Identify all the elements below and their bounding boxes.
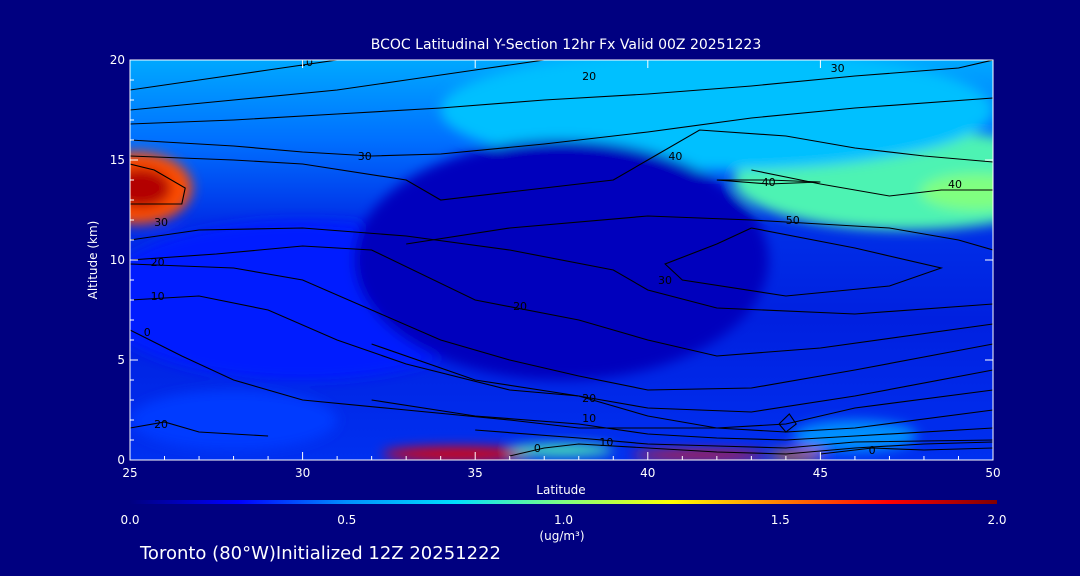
y-axis-label: Altitude (km) xyxy=(86,221,100,300)
field-blob-8 xyxy=(768,451,824,459)
contour-label-18: 20 xyxy=(154,418,168,431)
y-tick-label-0: 0 xyxy=(117,453,125,467)
contour-label-6: 40 xyxy=(948,178,962,191)
contour-label-3: 30 xyxy=(358,150,372,163)
colorbar-ticks: 0.0 0.5 1.0 1.5 2.0 xyxy=(120,513,1006,527)
contour-label-16: 10 xyxy=(582,412,596,425)
x-tick-label-5: 50 xyxy=(985,466,1000,480)
colorbar-tick-label-3: 1.5 xyxy=(771,513,790,527)
colorbar-strip xyxy=(130,500,997,504)
contour-label-8: 50 xyxy=(786,214,800,227)
colorbar-tick-label-2: 1.0 xyxy=(554,513,573,527)
y-tick-label-3: 15 xyxy=(110,153,125,167)
contour-label-5: 40 xyxy=(762,176,776,189)
contour-label-19: 0 xyxy=(534,442,541,455)
x-axis-label: Latitude xyxy=(536,483,585,497)
y-tick-label-2: 10 xyxy=(110,253,125,267)
field-blob-7 xyxy=(630,451,769,459)
colorbar-tick-label-0: 0.0 xyxy=(120,513,139,527)
colorbar-tick-label-1: 0.5 xyxy=(337,513,356,527)
plot-area: 10203030 4040 4030 50302020102001010200 0 xyxy=(130,56,993,460)
colorbar: 0.0 0.5 1.0 1.5 2.0 (ug/m³) xyxy=(120,500,1007,543)
chart-title: BCOC Latitudinal Y-Section 12hr Fx Valid… xyxy=(371,37,761,53)
contour-label-12: 20 xyxy=(151,256,165,269)
y-tick-label-4: 20 xyxy=(110,53,125,67)
contour-label-1: 20 xyxy=(582,70,596,83)
x-tick-label-1: 30 xyxy=(295,466,310,480)
field-blob-3 xyxy=(920,174,993,210)
contour-label-4: 40 xyxy=(668,150,682,163)
contour-label-17: 10 xyxy=(599,436,613,449)
colorbar-tick-label-4: 2.0 xyxy=(987,513,1006,527)
contour-label-10: 30 xyxy=(658,274,672,287)
contour-label-7: 30 xyxy=(154,216,168,229)
x-tick-label-0: 25 xyxy=(122,466,137,480)
contour-label-14: 20 xyxy=(582,392,596,405)
footer-initialized-text: Toronto (80°W)Initialized 12Z 20251222 xyxy=(140,543,501,564)
x-tick-label-3: 40 xyxy=(640,466,655,480)
contour-label-11: 20 xyxy=(513,300,527,313)
x-tick-label-2: 35 xyxy=(468,466,483,480)
y-tick-label-1: 5 xyxy=(117,353,125,367)
contour-label-2: 30 xyxy=(831,62,845,75)
contour-label-13: 10 xyxy=(151,290,165,303)
chart-figure: BCOC Latitudinal Y-Section 12hr Fx Valid… xyxy=(86,37,1007,543)
x-tick-label-4: 45 xyxy=(813,466,828,480)
colorbar-unit-label: (ug/m³) xyxy=(539,529,584,543)
contour-label-20: 0 xyxy=(869,444,876,457)
contour-label-15: 0 xyxy=(144,326,151,339)
contour-label-0: 10 xyxy=(299,56,313,69)
